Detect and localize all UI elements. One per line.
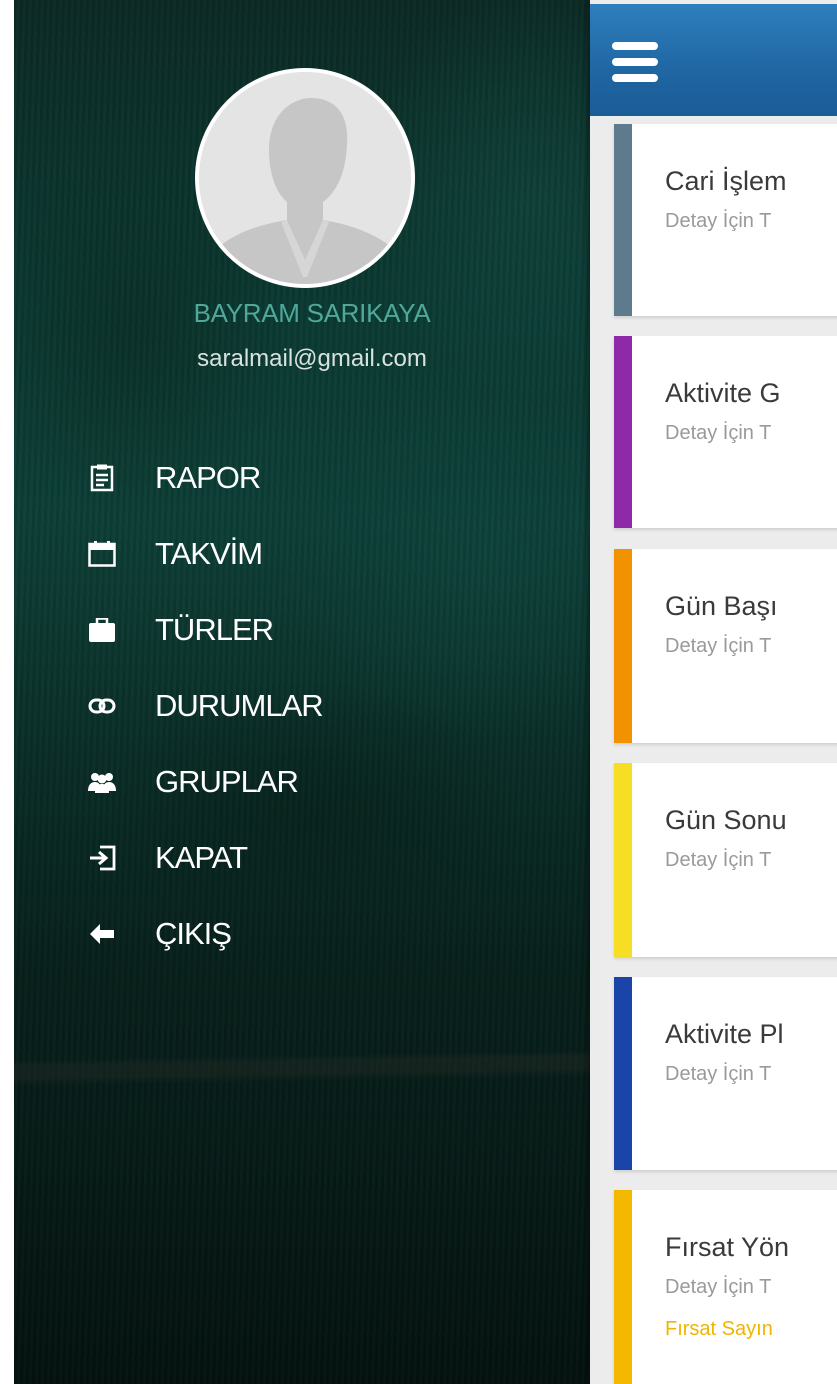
- card-aktivite-g[interactable]: Aktivite G Detay İçin T: [614, 336, 837, 528]
- card-color-bar: [614, 124, 632, 316]
- hamburger-icon[interactable]: [610, 40, 664, 88]
- card-subtitle: Detay İçin T: [665, 1063, 772, 1085]
- menu-item-cikis[interactable]: ÇIKIŞ: [14, 896, 590, 972]
- card-subtitle: Detay İçin T: [665, 1276, 772, 1298]
- navigation-drawer: BAYRAM SARIKAYA saralmail@gmail.com RAPO…: [14, 0, 590, 1384]
- menu-item-label: GRUPLAR: [155, 764, 299, 799]
- user-name: BAYRAM SARIKAYA: [193, 298, 431, 328]
- user-placeholder-icon: [199, 72, 411, 284]
- card-gun-basi[interactable]: Gün Başı Detay İçin T: [614, 549, 837, 743]
- user-email: saralmail@gmail.com: [197, 345, 427, 372]
- avatar[interactable]: [195, 68, 415, 288]
- card-cari-islem[interactable]: Cari İşlem Detay İçin T: [614, 124, 837, 316]
- card-title: Aktivite G: [665, 378, 781, 408]
- card-subtitle: Detay İçin T: [665, 210, 772, 232]
- card-color-bar: [614, 977, 632, 1170]
- main-content: Cari İşlem Detay İçin T Aktivite G Detay…: [590, 0, 837, 1384]
- card-color-bar: [614, 336, 632, 528]
- card-color-bar: [614, 763, 632, 957]
- calendar-icon: [87, 539, 117, 569]
- link-icon: [87, 691, 117, 721]
- card-title: Fırsat Yön: [665, 1232, 790, 1262]
- app-bar: [590, 4, 837, 116]
- card-title: Aktivite Pl: [665, 1019, 784, 1049]
- card-color-bar: [614, 1190, 632, 1384]
- menu-item-gruplar[interactable]: GRUPLAR: [14, 744, 590, 820]
- menu-item-label: RAPOR: [155, 460, 261, 495]
- arrow-left-icon: [87, 919, 117, 949]
- card-title: Cari İşlem: [665, 166, 787, 196]
- menu-item-kapat[interactable]: KAPAT: [14, 820, 590, 896]
- card-title: Gün Başı: [665, 591, 778, 621]
- menu-item-label: KAPAT: [155, 840, 248, 875]
- card-aktivite-pl[interactable]: Aktivite Pl Detay İçin T: [614, 977, 837, 1170]
- group-icon: [87, 767, 117, 797]
- menu-item-takvim[interactable]: TAKVİM: [14, 516, 590, 592]
- card-extra-text: Fırsat Sayın: [665, 1318, 773, 1340]
- report-icon: [87, 463, 117, 493]
- menu-item-label: TAKVİM: [155, 536, 263, 571]
- menu-item-label: TÜRLER: [155, 612, 274, 647]
- menu-item-turler[interactable]: TÜRLER: [14, 592, 590, 668]
- card-title: Gün Sonu: [665, 805, 787, 835]
- card-subtitle: Detay İçin T: [665, 849, 772, 871]
- sign-in-icon: [87, 843, 117, 873]
- menu-item-durumlar[interactable]: DURUMLAR: [14, 668, 590, 744]
- card-color-bar: [614, 549, 632, 743]
- card-subtitle: Detay İçin T: [665, 422, 772, 444]
- menu-item-label: ÇIKIŞ: [155, 916, 232, 951]
- card-firsat-yon[interactable]: Fırsat Yön Detay İçin T Fırsat Sayın: [614, 1190, 837, 1384]
- drawer-menu: RAPOR TAKVİM TÜRLER DURUMLAR GRUPLAR KAP…: [14, 440, 590, 972]
- card-gun-sonu[interactable]: Gün Sonu Detay İçin T: [614, 763, 837, 957]
- briefcase-icon: [87, 615, 117, 645]
- menu-item-rapor[interactable]: RAPOR: [14, 440, 590, 516]
- card-subtitle: Detay İçin T: [665, 635, 772, 657]
- menu-item-label: DURUMLAR: [155, 688, 324, 723]
